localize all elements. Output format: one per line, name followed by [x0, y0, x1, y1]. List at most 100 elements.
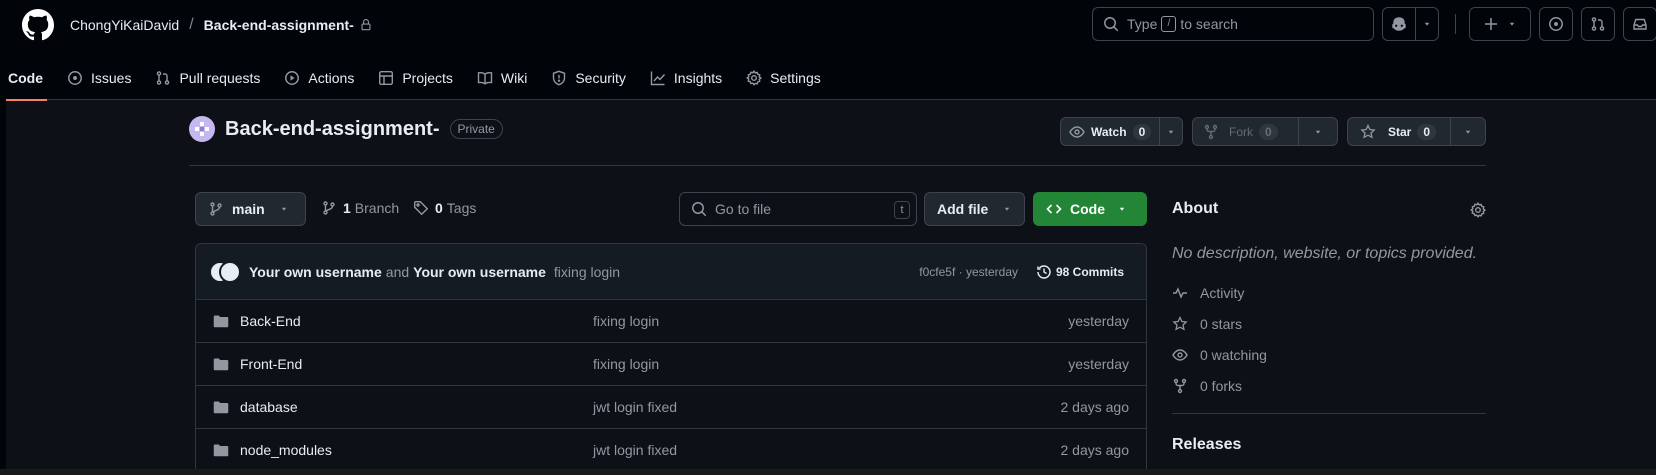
- identicon-icon: [195, 122, 209, 136]
- star-button[interactable]: Star 0: [1347, 117, 1486, 146]
- pull-requests-button[interactable]: [1581, 7, 1615, 41]
- inbox-button[interactable]: [1623, 7, 1656, 41]
- code-button[interactable]: Code: [1033, 192, 1147, 226]
- avatar[interactable]: [219, 260, 241, 283]
- issues-button[interactable]: [1539, 7, 1573, 41]
- tag-count: 0: [435, 200, 443, 216]
- star-label: Star: [1388, 124, 1412, 139]
- breadcrumb-separator: /: [189, 16, 194, 33]
- fork-icon: [1204, 124, 1218, 139]
- file-commit-message[interactable]: jwt login fixed: [593, 399, 677, 415]
- app-header: ChongYiKaiDavid / Back-end-assignment- T…: [6, 0, 1656, 101]
- fork-menu-button[interactable]: [1299, 118, 1337, 145]
- repo-header-divider: [189, 165, 1486, 166]
- fork-main[interactable]: Fork 0: [1193, 118, 1299, 145]
- create-new-button[interactable]: [1469, 7, 1531, 41]
- fork-icon: [1173, 378, 1187, 394]
- tab-wiki[interactable]: Wiki: [465, 56, 539, 100]
- tab-projects[interactable]: Projects: [366, 56, 465, 100]
- watch-menu-button[interactable]: [1160, 118, 1182, 145]
- window-bottom-edge: [0, 469, 1656, 475]
- table-row[interactable]: Front-End fixing login yesterday: [196, 343, 1146, 386]
- file-commit-message[interactable]: jwt login fixed: [593, 442, 677, 458]
- table-row[interactable]: Back-End fixing login yesterday: [196, 300, 1146, 343]
- forks-link[interactable]: 0 forks: [1172, 378, 1242, 394]
- commit-sha[interactable]: f0cfe5f · yesterday: [919, 265, 1018, 279]
- tab-security[interactable]: Security: [539, 56, 638, 100]
- tab-security-label: Security: [575, 70, 626, 86]
- releases-heading[interactable]: Releases: [1172, 436, 1241, 454]
- file-table: Your own username and Your own username …: [195, 243, 1147, 469]
- commits-link[interactable]: 98 Commits: [1036, 264, 1124, 280]
- folder-icon: [213, 401, 229, 414]
- issue-icon: [68, 71, 82, 85]
- tab-code-label: Code: [8, 70, 43, 86]
- tab-settings[interactable]: Settings: [734, 56, 833, 100]
- tab-pull-requests-label: Pull requests: [179, 70, 261, 86]
- star-count: 0: [1417, 123, 1437, 140]
- star-main[interactable]: Star 0: [1348, 118, 1451, 145]
- branches-link[interactable]: 1 Branch: [321, 200, 399, 216]
- file-name[interactable]: Back-End: [240, 313, 301, 329]
- watch-button[interactable]: Watch 0: [1060, 117, 1183, 146]
- table-row[interactable]: database jwt login fixed 2 days ago: [196, 386, 1146, 429]
- table-row[interactable]: node_modules jwt login fixed 2 days ago: [196, 429, 1146, 469]
- repo-title-bar: Back-end-assignment- Private: [189, 116, 503, 142]
- breadcrumb-owner[interactable]: ChongYiKaiDavid: [70, 17, 179, 33]
- commit-message[interactable]: fixing login: [554, 264, 620, 280]
- file-name[interactable]: Front-End: [240, 356, 302, 372]
- tags-link[interactable]: 0 Tags: [413, 200, 476, 216]
- code-button-label: Code: [1070, 201, 1105, 217]
- search-icon: [692, 202, 707, 217]
- tab-actions[interactable]: Actions: [272, 56, 366, 100]
- tab-issues[interactable]: Issues: [55, 56, 143, 100]
- star-menu-button[interactable]: [1451, 118, 1485, 145]
- search-placeholder-suffix: to search: [1180, 16, 1238, 32]
- branch-selector[interactable]: main: [195, 192, 306, 226]
- about-description: No description, website, or topics provi…: [1172, 245, 1478, 262]
- github-logo-icon[interactable]: [22, 9, 54, 41]
- tab-pull-requests[interactable]: Pull requests: [143, 56, 272, 100]
- tab-code[interactable]: Code: [6, 56, 55, 101]
- branch-count: 1: [343, 200, 351, 216]
- stars-link[interactable]: 0 stars: [1172, 316, 1242, 332]
- search-input[interactable]: Type / to search: [1092, 7, 1374, 41]
- file-name[interactable]: node_modules: [240, 442, 332, 458]
- pull-request-icon: [157, 71, 170, 85]
- add-file-label: Add file: [937, 201, 989, 217]
- add-file-button[interactable]: Add file: [924, 192, 1025, 226]
- caret-down-icon: [1315, 130, 1321, 134]
- file-name[interactable]: database: [240, 399, 298, 415]
- gear-icon[interactable]: [1470, 202, 1486, 218]
- breadcrumb-repo[interactable]: Back-end-assignment-: [204, 17, 354, 33]
- copilot-button[interactable]: [1382, 7, 1416, 41]
- file-commit-message[interactable]: fixing login: [593, 356, 659, 372]
- branch-count-label: Branch: [354, 200, 400, 216]
- repo-name[interactable]: Back-end-assignment-: [225, 118, 440, 141]
- star-icon: [1360, 123, 1376, 139]
- commit-coauthor[interactable]: Your own username: [413, 264, 546, 280]
- go-to-file-input[interactable]: Go to file t: [679, 192, 917, 226]
- shield-icon: [553, 70, 566, 86]
- fork-button[interactable]: Fork 0: [1192, 117, 1338, 146]
- copilot-menu-button[interactable]: [1415, 7, 1439, 41]
- file-commit-date: 2 days ago: [1060, 399, 1130, 415]
- file-commit-date: 2 days ago: [1060, 442, 1130, 458]
- tab-insights[interactable]: Insights: [638, 56, 734, 100]
- branch-name: main: [232, 201, 265, 217]
- watch-label: Watch: [1091, 124, 1127, 139]
- watching-link[interactable]: 0 watching: [1172, 347, 1267, 363]
- file-commit-date: yesterday: [1068, 313, 1129, 329]
- repo-owner-avatar[interactable]: [189, 116, 215, 142]
- commit-and: and: [385, 263, 410, 280]
- file-commit-message[interactable]: fixing login: [593, 313, 659, 329]
- graph-icon: [650, 71, 665, 86]
- watch-main[interactable]: Watch 0: [1061, 118, 1161, 145]
- visibility-badge: Private: [449, 119, 503, 139]
- activity-link[interactable]: Activity: [1172, 285, 1244, 301]
- breadcrumb: ChongYiKaiDavid / Back-end-assignment-: [70, 14, 372, 36]
- tab-wiki-label: Wiki: [500, 70, 528, 86]
- search-shortcut-key: /: [1161, 16, 1177, 32]
- commit-author[interactable]: Your own username: [249, 264, 382, 280]
- caret-down-icon: [1168, 130, 1174, 134]
